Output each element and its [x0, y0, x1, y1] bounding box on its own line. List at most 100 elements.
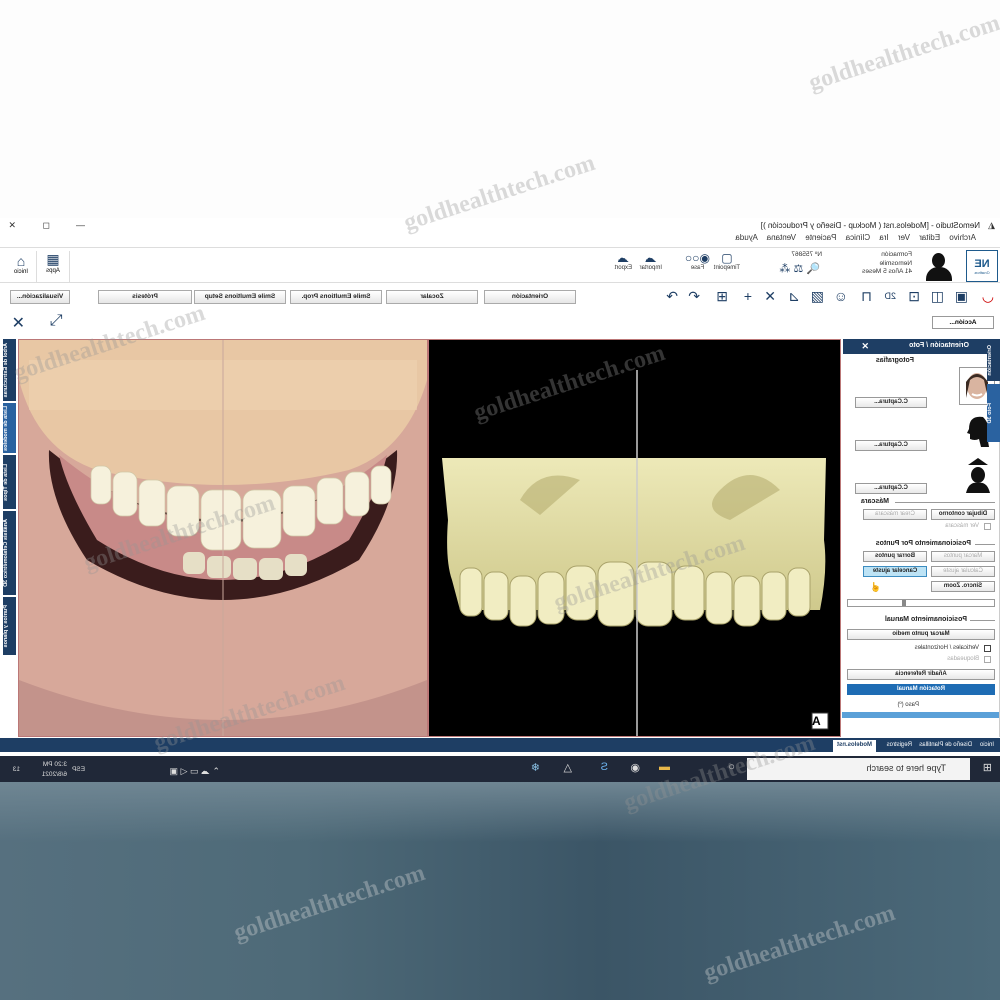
menu-editar[interactable]: Editar	[919, 233, 940, 242]
ruler-icon[interactable]: ⊿	[788, 288, 800, 305]
apps-button[interactable]: ▦ Apps	[36, 251, 70, 283]
home-label: Inicio	[14, 269, 29, 275]
menu-ventana[interactable]: Ventana	[767, 233, 796, 242]
calculate-fit-button[interactable]: Calcular ajuste	[931, 566, 995, 577]
panel-scroll-bar[interactable]	[842, 712, 999, 718]
position-slider[interactable]	[847, 599, 995, 607]
3d-model-viewport[interactable]: A	[428, 339, 841, 737]
capture-frontal-button[interactable]: C.Captura...	[855, 397, 927, 408]
prosthesis-button[interactable]: Prótesis	[98, 290, 192, 304]
panel-close-icon[interactable]: ✕	[861, 341, 869, 352]
menu-ira[interactable]: Ira	[879, 233, 888, 242]
vtab-photo-3d[interactable]: Foto 3D	[987, 384, 1000, 442]
delete-points-button[interactable]: Borrar puntos	[863, 551, 927, 562]
save-icon[interactable]: ▣	[955, 288, 968, 305]
face-icon[interactable]: ☺	[834, 288, 848, 304]
close-view-icon[interactable]: ✕	[12, 313, 25, 333]
redo-icon[interactable]: ↷	[666, 288, 678, 305]
task-view-icon[interactable]: ○	[728, 761, 735, 773]
close-button[interactable]: ✕	[8, 220, 16, 231]
vtab-points-planes[interactable]: Puntos y planos	[3, 597, 16, 655]
locked-checkbox[interactable]	[984, 656, 991, 663]
phase-button[interactable]: ◉○○ Fase	[685, 251, 710, 271]
fit-view-icon[interactable]: ⊡	[908, 288, 920, 305]
smile-icon[interactable]: ◡	[982, 288, 994, 305]
chrome-icon[interactable]: ◉	[630, 761, 640, 774]
mark-midpoint-button[interactable]: Marcar punto medio	[847, 629, 995, 640]
add-reference-button[interactable]: Añadir Referencia	[847, 669, 995, 680]
windows-start-icon[interactable]: ⊞	[983, 761, 992, 774]
panel-title: Orientación / Foto ✕	[843, 339, 999, 354]
view-mode-2d[interactable]: 2D	[884, 291, 896, 301]
add-icon[interactable]: +	[744, 288, 752, 304]
phase-icon: ◉○○	[685, 251, 710, 265]
vtab-orientation[interactable]: Orientación	[987, 339, 1000, 381]
view-mask-checkbox[interactable]	[984, 523, 991, 530]
sync-zoom-button[interactable]: Sincro. Zoom	[931, 581, 995, 592]
vtab-model-list[interactable]: Lista de modelos	[3, 403, 16, 453]
file-explorer-icon[interactable]: ▬	[659, 761, 670, 773]
export-button[interactable]: ☁ Export	[615, 251, 632, 271]
menu-clinica[interactable]: Clínica	[846, 233, 870, 242]
visualization-button[interactable]: Visualización...	[10, 290, 70, 304]
divider	[975, 544, 995, 545]
vtab-cephalometric[interactable]: Análisis Cefalométrico 3D	[3, 511, 16, 595]
tools-icon[interactable]: 🔍 ⚖ ⁂	[779, 262, 820, 275]
manual-rotation-button[interactable]: Rotación Manual	[847, 684, 995, 695]
vert-horiz-checkbox[interactable]	[984, 645, 991, 652]
patient-avatar[interactable]	[923, 250, 955, 282]
resize-arrow-icon[interactable]: ⤡	[50, 312, 63, 330]
menu-archivo[interactable]: Archivo	[949, 233, 976, 242]
patient-smile-photo[interactable]	[18, 339, 428, 737]
split-view-icon[interactable]: ⊞	[716, 288, 728, 305]
app-icon[interactable]: S	[601, 761, 608, 773]
cancel-fit-button[interactable]: Cancelar ajuste	[863, 566, 927, 577]
ne-logo[interactable]: NE Gnathos	[966, 250, 998, 282]
input-language[interactable]: ESP	[72, 766, 85, 773]
socle-button[interactable]: Zocalar	[386, 290, 478, 304]
smile-photo-image	[19, 340, 427, 736]
tab-template-design[interactable]: Diseño de Plantillas	[915, 740, 976, 752]
base-silhouette-icon[interactable]	[959, 457, 995, 495]
tray-icons[interactable]: ⌃ ☁ ▭ ◁ ▣	[170, 766, 220, 777]
photos-heading: Fotografías	[875, 357, 914, 364]
capture-base-button[interactable]: C.Captura...	[855, 483, 927, 494]
windows-taskbar: ⊞ Type here to search ○ ▬ ◉ S △ ❄ ⌃ ☁ ▭ …	[0, 756, 1000, 782]
vtab-structure-tree[interactable]: Árbol de Estructuras	[3, 339, 16, 401]
layers-icon[interactable]: ◫	[931, 288, 944, 305]
menu-paciente[interactable]: Paciente	[805, 233, 836, 242]
smile-setup-button[interactable]: Smile Emultions Setup	[194, 290, 286, 304]
taskbar-search-box[interactable]: Type here to search	[747, 758, 970, 780]
menu-ayuda[interactable]: Ayuda	[735, 233, 758, 242]
create-mask-button[interactable]: Crear máscara	[863, 509, 927, 520]
view-mask-label: Ver máscara	[945, 523, 979, 529]
tab-inicio[interactable]: Inicio	[976, 740, 998, 752]
import-button[interactable]: ☁ Importar	[640, 251, 662, 271]
app-icon[interactable]: ❄	[531, 761, 540, 774]
smile-prop-button[interactable]: Smile Emultions Prop.	[290, 290, 382, 304]
maximize-button[interactable]: ◻	[43, 220, 50, 231]
ruler-icon[interactable]: ✕	[764, 288, 776, 305]
notification-count[interactable]: 13	[13, 766, 20, 773]
orientation-button[interactable]: Orientación	[484, 290, 576, 304]
document-tabs: Inicio Diseño de Plantillas Registros Mo…	[0, 738, 1000, 752]
clock-time[interactable]: 3:20 PM	[43, 761, 67, 768]
mark-points-button[interactable]: Marcar puntos	[931, 551, 995, 562]
capture-profile-button[interactable]: C.Captura...	[855, 440, 927, 451]
clock-date[interactable]: 6/8/2021	[42, 771, 67, 778]
vtab-type-list[interactable]: Lista de Tipos	[3, 455, 16, 509]
draw-contour-button[interactable]: Dibujar contorno	[931, 509, 995, 520]
timepoint-button[interactable]: ▢ Timepoint	[714, 251, 740, 271]
arch-icon[interactable]: ⊓	[861, 288, 872, 305]
menu-ver[interactable]: Ver	[898, 233, 910, 242]
undo-icon[interactable]: ↶	[688, 288, 700, 305]
tab-registros[interactable]: Registros	[883, 740, 916, 752]
screenshot-page: ◭ NemoStudio - [Modelos.nst ( Mockup - D…	[0, 0, 1000, 1000]
tab-modelos[interactable]: Modelos.nst	[832, 740, 876, 752]
home-button[interactable]: ⌂ Inicio	[8, 253, 34, 283]
photo-icon[interactable]: ▨	[811, 288, 824, 305]
action-button[interactable]: Acción...	[932, 316, 994, 329]
minimize-button[interactable]: —	[76, 220, 85, 230]
cursor-icon: ☝	[869, 582, 881, 592]
nemostudio-taskbar-icon[interactable]: △	[564, 761, 572, 774]
